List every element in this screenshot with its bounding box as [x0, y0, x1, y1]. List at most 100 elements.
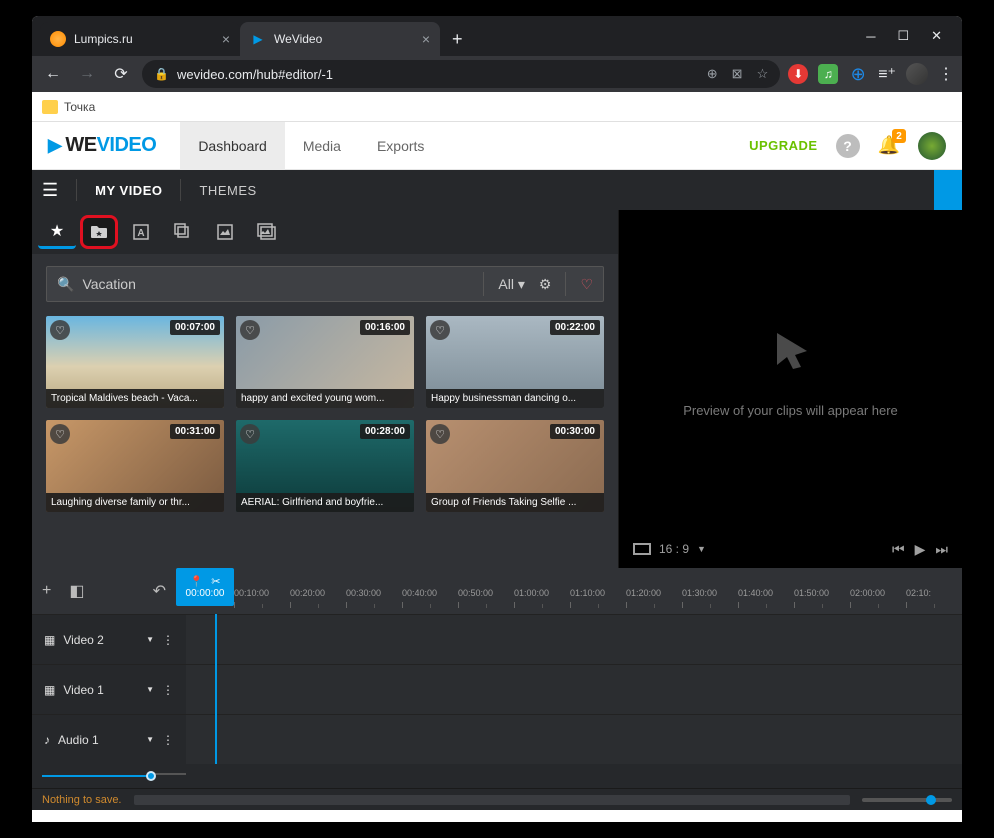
clip-title: Happy businessman dancing o... [426, 389, 604, 408]
tab-my-video[interactable]: MY VIDEO [95, 183, 162, 198]
media-clip[interactable]: ♡ 00:07:00 Tropical Maldives beach - Vac… [46, 316, 224, 408]
profile-avatar[interactable] [906, 63, 928, 85]
user-avatar[interactable] [918, 132, 946, 160]
back-button[interactable]: ← [40, 65, 66, 83]
clip-title: Tropical Maldives beach - Vaca... [46, 389, 224, 408]
extension-icon[interactable]: ♫ [818, 64, 838, 84]
nav-dashboard[interactable]: Dashboard [180, 122, 285, 170]
settings-icon[interactable]: ⚙ [539, 276, 552, 293]
track-type-icon: ▦ [44, 633, 55, 647]
tab-transitions-icon[interactable] [164, 215, 202, 249]
menu-icon[interactable]: ⋮ [938, 64, 954, 84]
close-icon[interactable]: × [422, 31, 430, 47]
track-lane[interactable] [186, 615, 962, 664]
notifications-button[interactable]: 🔔 2 [878, 135, 900, 156]
tab-themes[interactable]: THEMES [199, 183, 256, 198]
tab-graphics-icon[interactable] [206, 215, 244, 249]
reading-list-icon[interactable]: ≡⁺ [878, 64, 896, 84]
media-clip[interactable]: ♡ 00:22:00 Happy businessman dancing o..… [426, 316, 604, 408]
nav-exports[interactable]: Exports [359, 122, 442, 170]
url-input[interactable]: 🔒 wevideo.com/hub#editor/-1 ⊕ ⊠ ☆ [142, 60, 780, 88]
upgrade-button[interactable]: UPGRADE [749, 138, 818, 153]
ruler-tick: 00:50:00 [458, 588, 514, 598]
aspect-icon[interactable] [633, 543, 651, 555]
ruler-tick: 01:50:00 [794, 588, 850, 598]
track-menu-icon[interactable]: ⋮ [162, 633, 174, 647]
timeline-track: ▦ Video 2 ▼ ⋮ [32, 614, 962, 664]
clip-duration: 00:07:00 [170, 320, 220, 335]
media-clip[interactable]: ♡ 00:30:00 Group of Friends Taking Selfi… [426, 420, 604, 512]
minimize-button[interactable]: ─ [866, 29, 875, 44]
track-type-icon: ♪ [44, 733, 50, 747]
tab-favorites-icon[interactable]: ★ [38, 215, 76, 249]
track-menu-icon[interactable]: ⋮ [162, 683, 174, 697]
media-clip[interactable]: ♡ 00:16:00 happy and excited young wom..… [236, 316, 414, 408]
new-tab-button[interactable]: + [440, 22, 475, 56]
maximize-button[interactable]: ☐ [897, 28, 909, 44]
favorite-icon[interactable]: ♡ [50, 424, 70, 444]
bookmark-item[interactable]: Точка [64, 100, 95, 114]
track-header: ♪ Audio 1 ▼ ⋮ [32, 715, 186, 764]
forward-button[interactable]: → [74, 65, 100, 83]
volume-slider[interactable] [42, 775, 150, 777]
track-lane[interactable] [186, 715, 962, 764]
ruler-tick: 01:30:00 [682, 588, 738, 598]
favorite-icon[interactable]: ♡ [50, 320, 70, 340]
wevideo-logo[interactable]: ▶ WEVIDEO [48, 134, 156, 157]
zoom-icon[interactable]: ⊕ [707, 66, 718, 82]
next-button[interactable]: ⏭ [935, 541, 948, 558]
panel-toggle[interactable] [934, 170, 962, 210]
playhead[interactable]: 📍 ✂ 00:00:00 [176, 568, 234, 606]
track-type-icon: ▦ [44, 683, 55, 697]
reload-button[interactable]: ⟳ [108, 64, 134, 84]
chevron-down-icon[interactable]: ▼ [697, 544, 706, 554]
star-icon[interactable]: ☆ [757, 66, 769, 82]
nav-media[interactable]: Media [285, 122, 359, 170]
heart-icon[interactable]: ♡ [580, 276, 593, 293]
browser-tab[interactable]: ▶ WeVideo × [240, 22, 440, 56]
tab-text-icon[interactable]: A [122, 215, 160, 249]
favorite-icon[interactable]: ♡ [240, 320, 260, 340]
media-clip[interactable]: ♡ 00:31:00 Laughing diverse family or th… [46, 420, 224, 512]
extension-icon[interactable]: ⬇ [788, 64, 808, 84]
help-button[interactable]: ? [836, 134, 860, 158]
close-icon[interactable]: × [222, 31, 230, 47]
clip-duration: 00:31:00 [170, 424, 220, 439]
time-ruler[interactable]: 00:10:0000:20:0000:30:0000:40:0000:50:00… [234, 568, 962, 598]
extension-icon[interactable]: ⊕ [848, 64, 868, 84]
translate-icon[interactable]: ⊠ [732, 66, 743, 82]
track-lane[interactable] [186, 665, 962, 714]
play-button[interactable]: ▶ [915, 541, 926, 558]
timeline-scrollbar[interactable] [134, 795, 851, 805]
undo-button[interactable]: ↶ [153, 581, 166, 601]
zoom-slider[interactable] [862, 798, 952, 802]
chevron-down-icon[interactable]: ▼ [146, 735, 154, 744]
add-track-button[interactable]: + [42, 582, 51, 600]
tab-folder-icon[interactable] [80, 215, 118, 249]
marker-button[interactable]: ◧ [69, 581, 84, 601]
filter-dropdown[interactable]: All ▾ [498, 276, 524, 293]
chevron-down-icon[interactable]: ▼ [146, 685, 154, 694]
aspect-label: 16 : 9 [659, 542, 689, 556]
favorite-icon[interactable]: ♡ [430, 320, 450, 340]
media-clip[interactable]: ♡ 00:28:00 AERIAL: Girlfriend and boyfri… [236, 420, 414, 512]
timeline: + ◧ ↶ 📍 ✂ 00:00:00 00:10:0000:20:0000:30… [32, 568, 962, 810]
prev-button[interactable]: ⏮ [892, 541, 905, 558]
track-menu-icon[interactable]: ⋮ [162, 733, 174, 747]
ruler-tick: 00:40:00 [402, 588, 458, 598]
favorite-icon[interactable]: ♡ [240, 424, 260, 444]
preview-placeholder-icon [763, 323, 819, 379]
track-name: Audio 1 [58, 733, 99, 747]
volume-thumb[interactable] [146, 771, 156, 781]
close-window-button[interactable]: ✕ [931, 28, 942, 44]
chevron-down-icon[interactable]: ▼ [146, 635, 154, 644]
search-icon: 🔍 [57, 276, 74, 293]
menu-icon[interactable]: ☰ [42, 180, 58, 201]
favorite-icon[interactable]: ♡ [430, 424, 450, 444]
ruler-tick: 00:30:00 [346, 588, 402, 598]
track-name: Video 1 [63, 683, 103, 697]
search-input[interactable]: 🔍 Vacation All ▾ ⚙ ♡ [46, 266, 604, 302]
ruler-tick: 01:40:00 [738, 588, 794, 598]
tab-backgrounds-icon[interactable] [248, 215, 286, 249]
browser-tab[interactable]: Lumpics.ru × [40, 22, 240, 56]
